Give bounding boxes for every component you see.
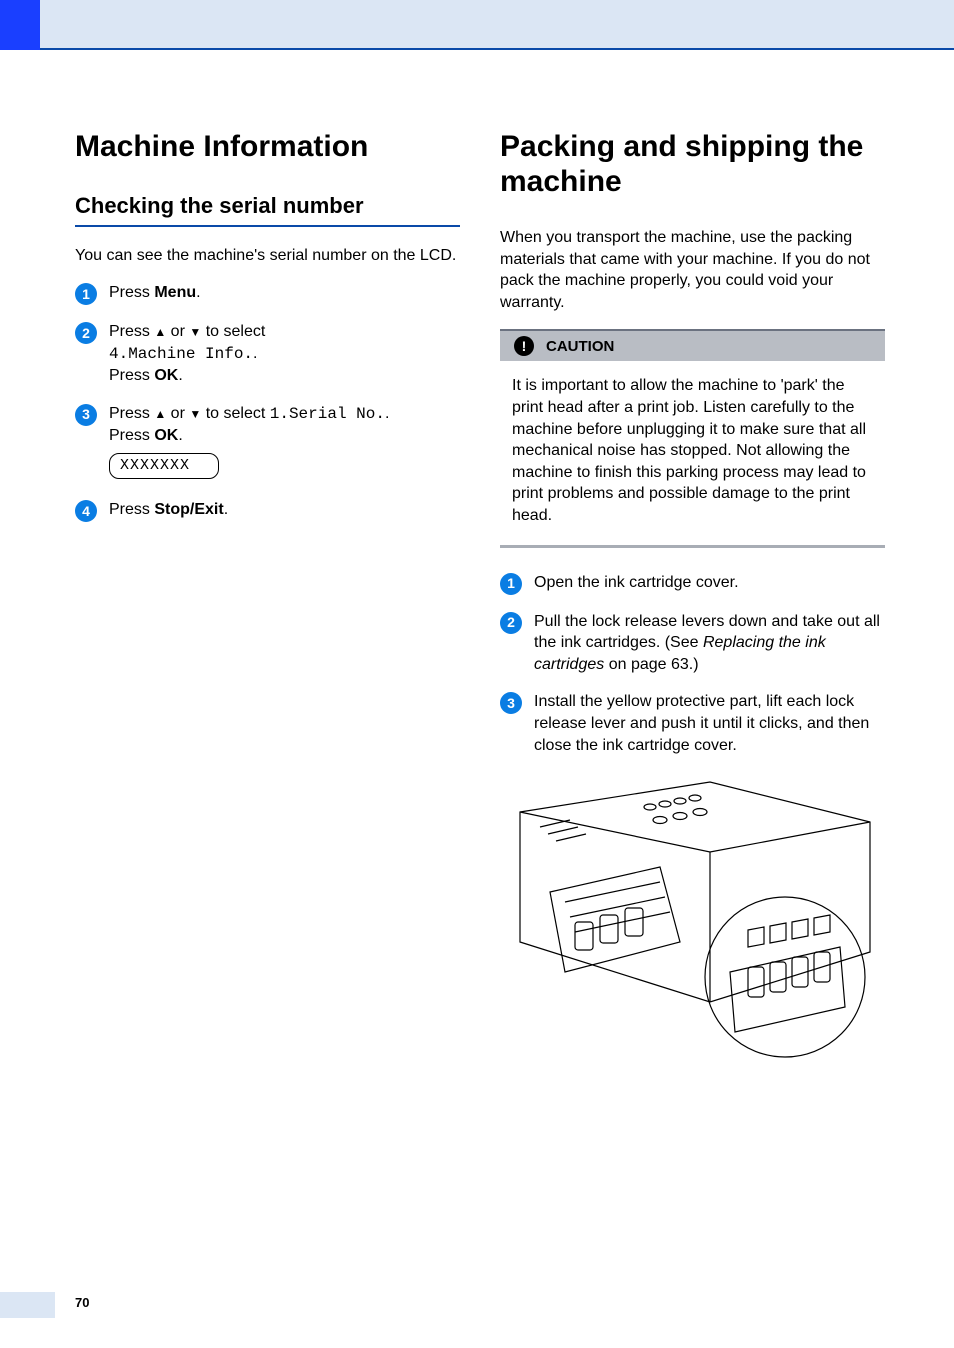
step-1: 1 Open the ink cartridge cover. (500, 572, 885, 595)
step-number-icon: 3 (75, 404, 97, 426)
step-text: Press Menu. (109, 282, 460, 304)
heading-rule (75, 225, 460, 227)
step-number-icon: 2 (500, 612, 522, 634)
caution-icon: ! (514, 336, 534, 356)
caution-body: It is important to allow the machine to … (500, 361, 885, 544)
right-column: Packing and shipping the machine When yo… (500, 130, 885, 1072)
step-text: Open the ink cartridge cover. (534, 572, 885, 594)
step-2: 2 Pull the lock release levers down and … (500, 611, 885, 676)
step-2: 2 Press ▲ or ▼ to select 4.Machine Info.… (75, 321, 460, 387)
subheading-serial-number: Checking the serial number (75, 193, 460, 219)
step-text: Pull the lock release levers down and ta… (534, 611, 885, 676)
down-arrow-icon: ▼ (189, 324, 201, 340)
caution-box: ! CAUTION It is important to allow the m… (500, 329, 885, 547)
step-number-icon: 4 (75, 500, 97, 522)
up-arrow-icon: ▲ (154, 324, 166, 340)
step-number-icon: 3 (500, 692, 522, 714)
step-text: Press Stop/Exit. (109, 499, 460, 521)
step-text: Press ▲ or ▼ to select 1.Serial No.. Pre… (109, 403, 460, 483)
up-arrow-icon: ▲ (154, 406, 166, 422)
page-number-tab (0, 1292, 55, 1318)
step-text: Install the yellow protective part, lift… (534, 691, 885, 756)
page-number: 70 (75, 1295, 89, 1310)
caution-header: ! CAUTION (500, 331, 885, 361)
printer-svg-icon (510, 772, 880, 1072)
header-tab (0, 0, 40, 50)
printer-illustration (510, 772, 880, 1072)
step-number-icon: 1 (500, 573, 522, 595)
steps-right: 1 Open the ink cartridge cover. 2 Pull t… (500, 572, 885, 757)
heading-packing-shipping: Packing and shipping the machine (500, 130, 885, 199)
lcd-menu-path: 1.Serial No. (270, 405, 385, 423)
step-number-icon: 2 (75, 322, 97, 344)
step-number-icon: 1 (75, 283, 97, 305)
header-band (0, 0, 954, 50)
step-text: Press ▲ or ▼ to select 4.Machine Info.. … (109, 321, 460, 387)
step-4: 4 Press Stop/Exit. (75, 499, 460, 522)
page: Machine Information Checking the serial … (0, 0, 954, 1348)
content-columns: Machine Information Checking the serial … (75, 130, 885, 1072)
step-3: 3 Press ▲ or ▼ to select 1.Serial No.. P… (75, 403, 460, 483)
caution-label: CAUTION (546, 338, 614, 355)
intro-serial: You can see the machine's serial number … (75, 245, 460, 267)
steps-left: 1 Press Menu. 2 Press ▲ or ▼ to select 4… (75, 282, 460, 522)
heading-machine-information: Machine Information (75, 130, 460, 165)
lcd-display: XXXXXXX (109, 453, 219, 479)
left-column: Machine Information Checking the serial … (75, 130, 460, 1072)
lcd-menu-path: 4.Machine Info. (109, 345, 253, 363)
step-1: 1 Press Menu. (75, 282, 460, 305)
down-arrow-icon: ▼ (189, 406, 201, 422)
intro-packing: When you transport the machine, use the … (500, 227, 885, 313)
step-3: 3 Install the yellow protective part, li… (500, 691, 885, 756)
